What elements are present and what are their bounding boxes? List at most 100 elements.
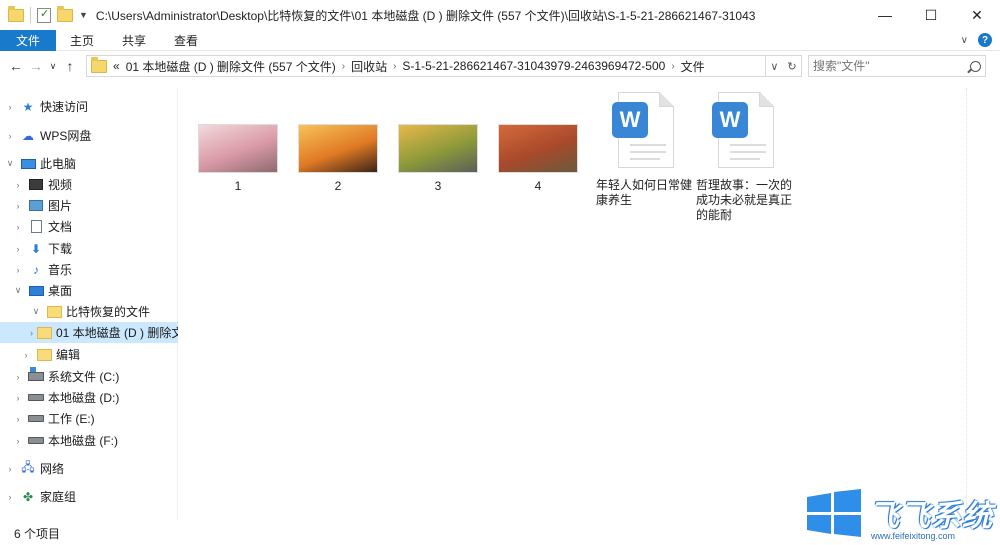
file-item[interactable]: 1 bbox=[188, 124, 288, 194]
file-item[interactable]: W 哲理故事：一次的成功未必就是真正的能耐 bbox=[694, 92, 794, 223]
collapse-icon[interactable]: ∨ bbox=[30, 306, 42, 317]
up-button[interactable]: ↑ bbox=[60, 58, 80, 74]
forward-button[interactable]: → bbox=[26, 58, 46, 74]
file-item[interactable]: 3 bbox=[388, 124, 488, 194]
expand-icon[interactable]: › bbox=[12, 436, 24, 446]
maximize-button[interactable]: ☐ bbox=[908, 0, 954, 30]
folder-icon bbox=[8, 5, 24, 22]
properties-icon[interactable] bbox=[37, 7, 51, 23]
wps-document-icon: W bbox=[610, 92, 678, 172]
navigation-pane: › ★ 快速访问 › ☁ WPS网盘 ∨ 此电脑 › 视频 › 图片 › 文档 … bbox=[0, 88, 178, 520]
sidebar-item-label: WPS网盘 bbox=[40, 129, 92, 143]
breadcrumb-item[interactable]: 文件 bbox=[681, 58, 705, 75]
expand-icon[interactable]: › bbox=[20, 350, 32, 360]
sidebar-item-documents[interactable]: › 文档 bbox=[0, 216, 178, 237]
expand-icon[interactable]: › bbox=[12, 372, 24, 382]
collapse-icon[interactable]: ∨ bbox=[12, 285, 24, 296]
expand-icon[interactable]: › bbox=[4, 464, 16, 474]
breadcrumb-separator[interactable]: › bbox=[393, 61, 396, 72]
system-drive-icon bbox=[28, 367, 44, 381]
expand-icon[interactable]: › bbox=[12, 222, 24, 232]
file-item[interactable]: 2 bbox=[288, 124, 388, 194]
music-icon: ♪ bbox=[33, 262, 39, 277]
sidebar-item-label: 音乐 bbox=[48, 263, 73, 277]
recent-locations-button[interactable]: ∨ bbox=[46, 61, 60, 72]
sidebar-item-pictures[interactable]: › 图片 bbox=[0, 195, 178, 216]
refresh-icon[interactable]: ↻ bbox=[787, 60, 796, 73]
customize-toolbar-dropdown[interactable]: ▼ bbox=[79, 10, 88, 20]
sidebar-item-label: 下载 bbox=[48, 242, 73, 256]
sidebar-item-wps-cloud[interactable]: › ☁ WPS网盘 bbox=[0, 125, 178, 146]
sidebar-item-homegroup[interactable]: › ✤ 家庭组 bbox=[0, 486, 178, 507]
tab-view[interactable]: 查看 bbox=[160, 30, 212, 51]
title-bar: ▼ C:\Users\Administrator\Desktop\比特恢复的文件… bbox=[0, 0, 1000, 30]
sidebar-item-desktop[interactable]: ∨ 桌面 bbox=[0, 280, 178, 301]
sidebar-item-label: 此电脑 bbox=[40, 157, 77, 171]
watermark-text: 飞飞系统 bbox=[869, 499, 993, 534]
folder-icon bbox=[46, 305, 62, 318]
file-item[interactable]: W 年轻人如何日常健康养生 bbox=[594, 92, 694, 208]
help-icon[interactable]: ? bbox=[978, 33, 992, 47]
breadcrumb-item[interactable]: S-1-5-21-286621467-31043979-2463969472-5… bbox=[402, 59, 665, 73]
expand-icon[interactable]: › bbox=[12, 244, 24, 254]
sidebar-item-drive-c[interactable]: › 系统文件 (C:) bbox=[0, 366, 178, 387]
search-box[interactable] bbox=[808, 55, 986, 77]
breadcrumb-overflow[interactable]: « bbox=[113, 59, 120, 73]
close-button[interactable]: ✕ bbox=[954, 0, 1000, 30]
sidebar-item-label: 快速访问 bbox=[40, 100, 89, 114]
expand-icon[interactable]: › bbox=[12, 414, 24, 424]
expand-icon[interactable]: › bbox=[4, 131, 16, 141]
quick-access-toolbar: ▼ bbox=[0, 0, 88, 30]
expand-icon[interactable]: › bbox=[30, 328, 33, 338]
breadcrumb-item[interactable]: 01 本地磁盘 (D ) 删除文件 (557 个文件) bbox=[126, 58, 336, 75]
new-folder-icon[interactable] bbox=[57, 5, 73, 22]
breadcrumb-separator[interactable]: › bbox=[342, 61, 345, 72]
expand-icon[interactable]: › bbox=[12, 393, 24, 403]
expand-icon[interactable]: › bbox=[12, 265, 24, 275]
expand-icon[interactable]: › bbox=[4, 492, 16, 502]
sidebar-item-deleted-files-d[interactable]: › 01 本地磁盘 (D ) 删除文件 bbox=[0, 322, 178, 343]
sidebar-item-label: 本地磁盘 (D:) bbox=[48, 391, 120, 405]
breadcrumb-separator[interactable]: › bbox=[671, 61, 674, 72]
collapse-icon[interactable]: ∨ bbox=[4, 158, 16, 169]
image-thumbnail bbox=[498, 124, 578, 173]
expand-ribbon-icon[interactable]: ∨ bbox=[961, 35, 968, 46]
navigation-bar: ← → ∨ ↑ « 01 本地磁盘 (D ) 删除文件 (557 个文件) › … bbox=[0, 51, 1000, 81]
expand-icon[interactable]: › bbox=[12, 201, 24, 211]
sidebar-item-music[interactable]: › ♪ 音乐 bbox=[0, 259, 178, 280]
breadcrumb-item[interactable]: 回收站 bbox=[351, 58, 387, 75]
sidebar-item-drive-d[interactable]: › 本地磁盘 (D:) bbox=[0, 387, 178, 408]
sidebar-item-label: 图片 bbox=[48, 199, 73, 213]
file-name: 哲理故事：一次的成功未必就是真正的能耐 bbox=[696, 178, 793, 222]
sidebar-item-recovered-files[interactable]: ∨ 比特恢复的文件 bbox=[0, 301, 178, 322]
sidebar-item-network[interactable]: › 🖧 网络 bbox=[0, 458, 178, 479]
folder-icon bbox=[36, 348, 52, 361]
sidebar-item-drive-e[interactable]: › 工作 (E:) bbox=[0, 408, 178, 429]
tab-file[interactable]: 文件 bbox=[0, 29, 57, 51]
address-bar[interactable]: « 01 本地磁盘 (D ) 删除文件 (557 个文件) › 回收站 › S-… bbox=[86, 55, 766, 77]
search-input[interactable] bbox=[813, 59, 970, 73]
image-thumbnail bbox=[298, 124, 378, 173]
sidebar-item-videos[interactable]: › 视频 bbox=[0, 174, 178, 195]
sidebar-item-label: 家庭组 bbox=[40, 490, 77, 504]
tab-share[interactable]: 共享 bbox=[108, 30, 160, 51]
window-title: C:\Users\Administrator\Desktop\比特恢复的文件\0… bbox=[95, 8, 756, 23]
expand-icon[interactable]: › bbox=[4, 102, 16, 112]
windows-logo-icon bbox=[807, 489, 861, 537]
search-icon[interactable] bbox=[970, 60, 981, 72]
cloud-icon: ☁ bbox=[22, 128, 34, 143]
tab-home[interactable]: 主页 bbox=[56, 30, 108, 51]
file-item[interactable]: 4 bbox=[488, 124, 588, 194]
address-dropdown-icon[interactable]: ∨ bbox=[770, 60, 778, 73]
video-icon bbox=[29, 179, 43, 190]
expand-icon[interactable]: › bbox=[12, 180, 24, 190]
minimize-button[interactable]: — bbox=[862, 0, 908, 30]
sidebar-item-quick-access[interactable]: › ★ 快速访问 bbox=[0, 96, 178, 117]
sidebar-item-label: 文档 bbox=[48, 220, 73, 234]
sidebar-item-this-pc[interactable]: ∨ 此电脑 bbox=[0, 153, 178, 174]
sidebar-item-label: 桌面 bbox=[48, 284, 73, 298]
sidebar-item-edit[interactable]: › 编辑 bbox=[0, 344, 178, 365]
sidebar-item-downloads[interactable]: › ⬇ 下载 bbox=[0, 238, 178, 259]
back-button[interactable]: ← bbox=[6, 58, 26, 74]
sidebar-item-drive-f[interactable]: › 本地磁盘 (F:) bbox=[0, 430, 178, 451]
